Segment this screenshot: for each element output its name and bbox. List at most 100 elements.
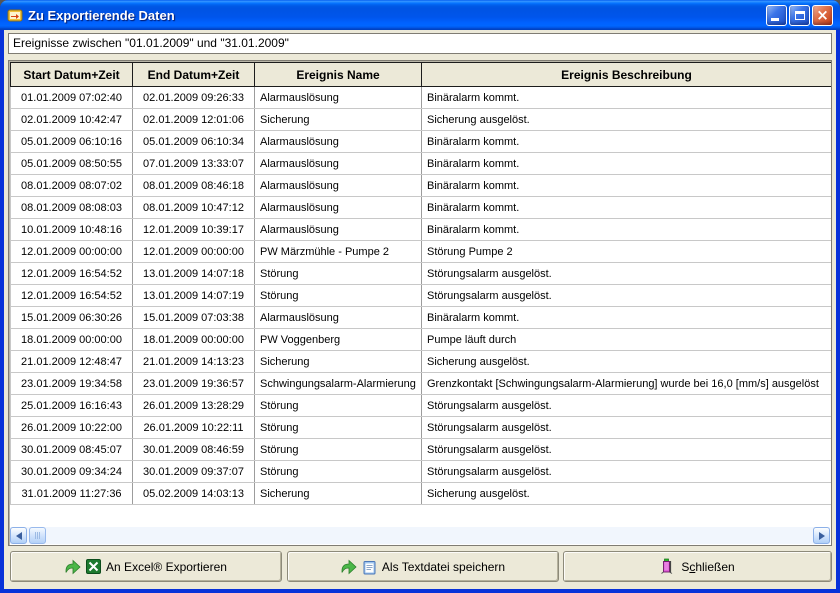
end-datetime-cell[interactable]: 05.01.2009 06:10:34 xyxy=(133,131,255,153)
event-description-cell[interactable]: Binäralarm kommt. xyxy=(422,197,832,219)
end-datetime-cell[interactable]: 05.02.2009 14:03:13 xyxy=(133,483,255,505)
table-row: 18.01.2009 00:00:0018.01.2009 00:00:00PW… xyxy=(11,329,832,351)
start-datetime-cell[interactable]: 21.01.2009 12:48:47 xyxy=(11,351,133,373)
event-name-cell[interactable]: Störung xyxy=(255,439,422,461)
end-datetime-cell[interactable]: 13.01.2009 14:07:19 xyxy=(133,285,255,307)
event-description-cell[interactable]: Sicherung ausgelöst. xyxy=(422,351,832,373)
start-datetime-cell[interactable]: 01.01.2009 07:02:40 xyxy=(11,87,133,109)
table-row: 12.01.2009 00:00:0012.01.2009 00:00:00PW… xyxy=(11,241,832,263)
maximize-icon xyxy=(795,11,805,20)
event-description-cell[interactable]: Grenzkontakt [Schwingungsalarm-Alarmieru… xyxy=(422,373,832,395)
event-description-cell[interactable]: Störung Pumpe 2 xyxy=(422,241,832,263)
event-description-cell[interactable]: Binäralarm kommt. xyxy=(422,219,832,241)
event-name-cell[interactable]: Störung xyxy=(255,395,422,417)
event-description-cell[interactable]: Binäralarm kommt. xyxy=(422,87,832,109)
event-name-cell[interactable]: Alarmauslösung xyxy=(255,197,422,219)
table-row: 08.01.2009 08:08:0308.01.2009 10:47:12Al… xyxy=(11,197,832,219)
scroll-right-button[interactable] xyxy=(813,527,830,544)
event-name-cell[interactable]: Störung xyxy=(255,263,422,285)
end-datetime-cell[interactable]: 02.01.2009 12:01:06 xyxy=(133,109,255,131)
event-description-cell[interactable]: Störungsalarm ausgelöst. xyxy=(422,417,832,439)
titlebar[interactable]: Zu Exportierende Daten × xyxy=(0,0,840,30)
end-datetime-cell[interactable]: 23.01.2009 19:36:57 xyxy=(133,373,255,395)
event-name-cell[interactable]: Alarmauslösung xyxy=(255,87,422,109)
start-datetime-cell[interactable]: 12.01.2009 16:54:52 xyxy=(11,285,133,307)
minimize-icon xyxy=(771,18,779,21)
hscrollbar-thumb[interactable] xyxy=(29,527,46,544)
maximize-button[interactable] xyxy=(789,5,810,26)
end-datetime-cell[interactable]: 18.01.2009 00:00:00 xyxy=(133,329,255,351)
start-datetime-cell[interactable]: 08.01.2009 08:08:03 xyxy=(11,197,133,219)
event-description-cell[interactable]: Störungsalarm ausgelöst. xyxy=(422,395,832,417)
close-dialog-button[interactable]: Schließen xyxy=(563,551,832,582)
event-description-cell[interactable]: Binäralarm kommt. xyxy=(422,175,832,197)
export-excel-button[interactable]: An Excel® Exportieren xyxy=(10,551,282,582)
end-datetime-cell[interactable]: 30.01.2009 09:37:07 xyxy=(133,461,255,483)
end-datetime-cell[interactable]: 21.01.2009 14:13:23 xyxy=(133,351,255,373)
scroll-left-button[interactable] xyxy=(10,527,27,544)
event-name-cell[interactable]: Alarmauslösung xyxy=(255,219,422,241)
event-name-cell[interactable]: Störung xyxy=(255,285,422,307)
event-name-cell[interactable]: Schwingungsalarm-Alarmierung xyxy=(255,373,422,395)
start-datetime-cell[interactable]: 26.01.2009 10:22:00 xyxy=(11,417,133,439)
end-datetime-cell[interactable]: 30.01.2009 08:46:59 xyxy=(133,439,255,461)
end-datetime-cell[interactable]: 26.01.2009 10:22:11 xyxy=(133,417,255,439)
event-name-cell[interactable]: Alarmauslösung xyxy=(255,153,422,175)
end-datetime-cell[interactable]: 13.01.2009 14:07:18 xyxy=(133,263,255,285)
start-datetime-cell[interactable]: 25.01.2009 16:16:43 xyxy=(11,395,133,417)
event-description-cell[interactable]: Binäralarm kommt. xyxy=(422,153,832,175)
event-name-cell[interactable]: PW Voggenberg xyxy=(255,329,422,351)
event-name-cell[interactable]: Störung xyxy=(255,461,422,483)
start-datetime-cell[interactable]: 23.01.2009 19:34:58 xyxy=(11,373,133,395)
event-description-cell[interactable]: Binäralarm kommt. xyxy=(422,131,832,153)
horizontal-scrollbar[interactable] xyxy=(10,527,830,544)
event-name-cell[interactable]: Alarmauslösung xyxy=(255,131,422,153)
table-row: 15.01.2009 06:30:2615.01.2009 07:03:38Al… xyxy=(11,307,832,329)
start-datetime-cell[interactable]: 30.01.2009 08:45:07 xyxy=(11,439,133,461)
textfile-icon xyxy=(362,559,377,575)
event-name-cell[interactable]: Störung xyxy=(255,417,422,439)
start-datetime-cell[interactable]: 30.01.2009 09:34:24 xyxy=(11,461,133,483)
close-window-button[interactable]: × xyxy=(812,5,833,26)
end-datetime-cell[interactable]: 07.01.2009 13:33:07 xyxy=(133,153,255,175)
end-datetime-cell[interactable]: 08.01.2009 10:47:12 xyxy=(133,197,255,219)
event-description-cell[interactable]: Störungsalarm ausgelöst. xyxy=(422,263,832,285)
dialog-window: Zu Exportierende Daten × Ereignisse zwis… xyxy=(0,0,840,593)
event-name-cell[interactable]: Sicherung xyxy=(255,483,422,505)
start-datetime-cell[interactable]: 10.01.2009 10:48:16 xyxy=(11,219,133,241)
event-name-cell[interactable]: PW Märzmühle - Pumpe 2 xyxy=(255,241,422,263)
end-datetime-cell[interactable]: 12.01.2009 10:39:17 xyxy=(133,219,255,241)
start-datetime-cell[interactable]: 02.01.2009 10:42:47 xyxy=(11,109,133,131)
minimize-button[interactable] xyxy=(766,5,787,26)
header-event-description: Ereignis Beschreibung xyxy=(422,63,832,87)
start-datetime-cell[interactable]: 18.01.2009 00:00:00 xyxy=(11,329,133,351)
event-description-cell[interactable]: Störungsalarm ausgelöst. xyxy=(422,461,832,483)
event-description-cell[interactable]: Störungsalarm ausgelöst. xyxy=(422,439,832,461)
start-datetime-cell[interactable]: 12.01.2009 16:54:52 xyxy=(11,263,133,285)
start-datetime-cell[interactable]: 12.01.2009 00:00:00 xyxy=(11,241,133,263)
event-description-cell[interactable]: Störungsalarm ausgelöst. xyxy=(422,285,832,307)
start-datetime-cell[interactable]: 31.01.2009 11:27:36 xyxy=(11,483,133,505)
start-datetime-cell[interactable]: 15.01.2009 06:30:26 xyxy=(11,307,133,329)
header-start-datetime: Start Datum+Zeit xyxy=(11,63,133,87)
start-datetime-cell[interactable]: 05.01.2009 06:10:16 xyxy=(11,131,133,153)
event-description-cell[interactable]: Binäralarm kommt. xyxy=(422,307,832,329)
event-name-cell[interactable]: Alarmauslösung xyxy=(255,175,422,197)
table-row: 02.01.2009 10:42:4702.01.2009 12:01:06Si… xyxy=(11,109,832,131)
event-description-cell[interactable]: Pumpe läuft durch xyxy=(422,329,832,351)
table-row: 08.01.2009 08:07:0208.01.2009 08:46:18Al… xyxy=(11,175,832,197)
end-datetime-cell[interactable]: 15.01.2009 07:03:38 xyxy=(133,307,255,329)
end-datetime-cell[interactable]: 12.01.2009 00:00:00 xyxy=(133,241,255,263)
event-name-cell[interactable]: Alarmauslösung xyxy=(255,307,422,329)
end-datetime-cell[interactable]: 26.01.2009 13:28:29 xyxy=(133,395,255,417)
event-description-cell[interactable]: Sicherung ausgelöst. xyxy=(422,483,832,505)
table-row: 31.01.2009 11:27:3605.02.2009 14:03:13Si… xyxy=(11,483,832,505)
start-datetime-cell[interactable]: 08.01.2009 08:07:02 xyxy=(11,175,133,197)
end-datetime-cell[interactable]: 02.01.2009 09:26:33 xyxy=(133,87,255,109)
event-description-cell[interactable]: Sicherung ausgelöst. xyxy=(422,109,832,131)
event-name-cell[interactable]: Sicherung xyxy=(255,351,422,373)
save-textfile-button[interactable]: Als Textdatei speichern xyxy=(287,551,559,582)
event-name-cell[interactable]: Sicherung xyxy=(255,109,422,131)
start-datetime-cell[interactable]: 05.01.2009 08:50:55 xyxy=(11,153,133,175)
end-datetime-cell[interactable]: 08.01.2009 08:46:18 xyxy=(133,175,255,197)
